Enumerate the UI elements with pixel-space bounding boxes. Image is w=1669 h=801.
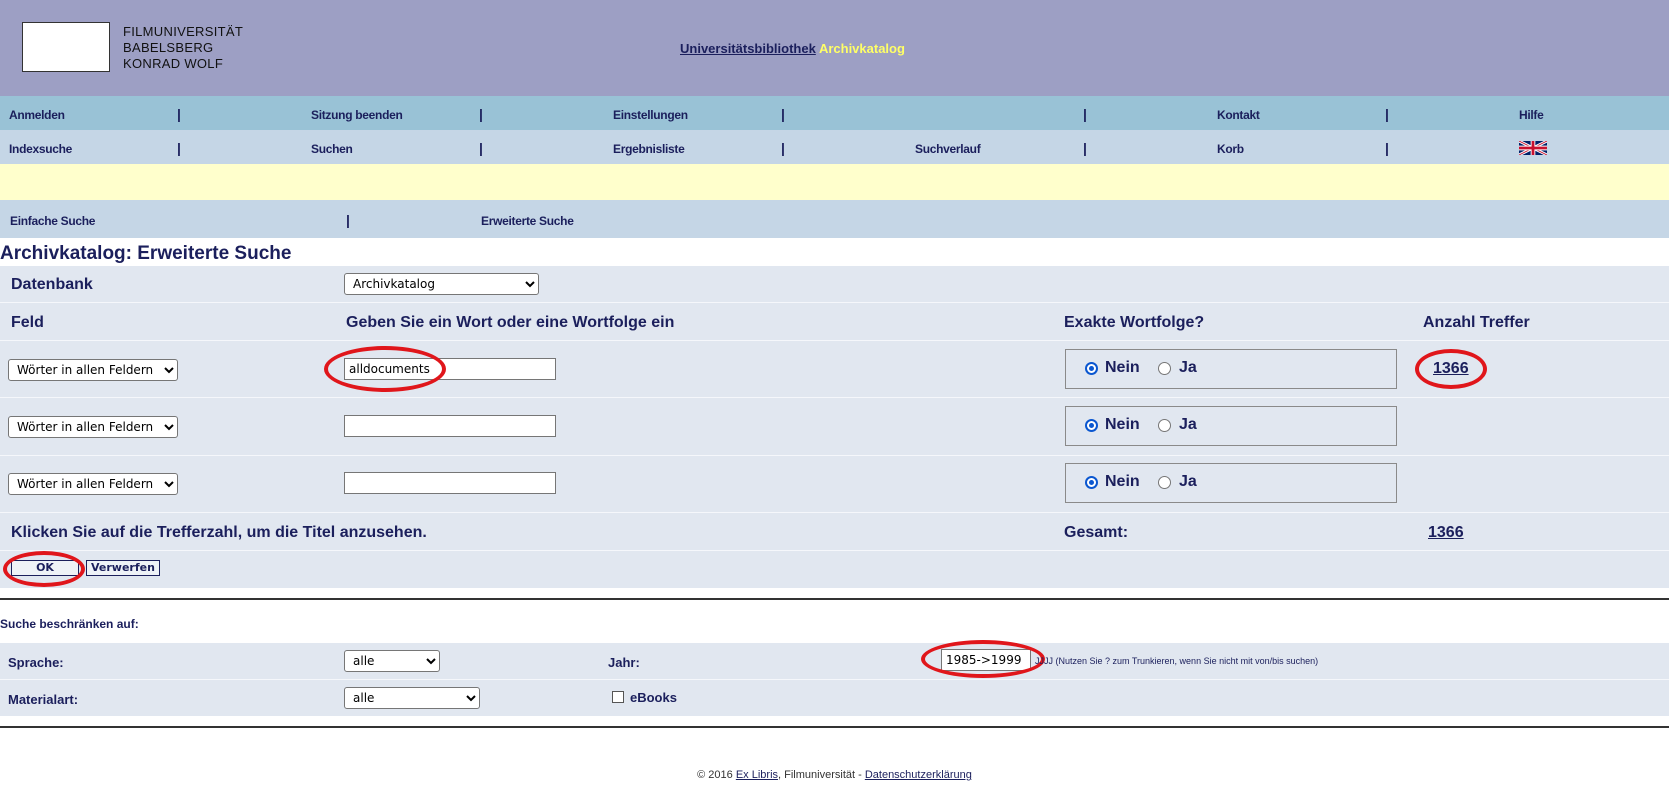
footer: © 2016 Ex Libris, Filmuniversität - Date…: [0, 769, 1669, 781]
datenbank-select[interactable]: Archivkatalog: [344, 273, 539, 295]
nav-separator: |: [1083, 106, 1087, 122]
radio-nein-1[interactable]: [1085, 362, 1098, 375]
nav-separator: |: [1385, 106, 1389, 122]
ebooks-checkbox[interactable]: [612, 691, 624, 703]
ebooks-label: eBooks: [630, 690, 677, 705]
exact-radio-group-3: Nein Ja: [1065, 463, 1397, 503]
nav-ergebnisliste[interactable]: Ergebnisliste: [613, 142, 685, 156]
nav-bar-secondary: Indexsuche | Suchen | Ergebnisliste | Su…: [0, 130, 1669, 164]
search-term-input-3[interactable]: [344, 472, 556, 494]
university-logo: [22, 22, 110, 72]
sprache-label: Sprache:: [8, 655, 64, 670]
logo-line-1: FILMUNIVERSITÄT: [123, 24, 244, 39]
treffer-header: Anzahl Treffer: [1423, 314, 1530, 331]
logo-line-3: KONRAD WOLF: [123, 56, 224, 71]
uk-flag-icon[interactable]: [1518, 139, 1548, 160]
hit-count-hint: Klicken Sie auf die Trefferzahl, um die …: [11, 524, 427, 541]
feld-select-1[interactable]: Wörter in allen Feldern: [8, 359, 178, 381]
feld-header: Feld: [11, 314, 44, 331]
radio-nein-3[interactable]: [1085, 476, 1098, 489]
nav-suchverlauf[interactable]: Suchverlauf: [915, 142, 981, 156]
notice-bar: [0, 164, 1669, 200]
gesamt-hit-count-link[interactable]: 1366: [1428, 524, 1464, 542]
materialart-label: Materialart:: [8, 692, 79, 707]
nav-separator: |: [479, 140, 483, 156]
radio-ja-1[interactable]: [1158, 362, 1171, 375]
highlight-ellipse: [3, 551, 85, 587]
nav-korb[interactable]: Korb: [1217, 142, 1244, 156]
tab-erweiterte-suche[interactable]: Erweiterte Suche: [481, 214, 574, 228]
wort-header: Geben Sie ein Wort oder eine Wortfolge e…: [346, 314, 675, 331]
exact-radio-group-2: Nein Ja: [1065, 406, 1397, 446]
nav-bar-primary: Anmelden | Sitzung beenden | Einstellung…: [0, 96, 1669, 130]
tab-separator: |: [346, 212, 350, 228]
jahr-hint: JJJJ (Nutzen Sie ? zum Trunkieren, wenn …: [1035, 656, 1319, 666]
restrict-panel: Sprache: alle Jahr: JJJJ (Nutzen Sie ? z…: [0, 640, 1669, 716]
restrict-title: Suche beschränken auf:: [0, 617, 139, 631]
page-title: Archivkatalog: Erweiterte Suche: [0, 243, 292, 264]
footer-copyright: © 2016: [697, 769, 733, 781]
section-divider: [0, 726, 1669, 728]
search-term-input-2[interactable]: [344, 415, 556, 437]
nav-separator: |: [1083, 140, 1087, 156]
jahr-label: Jahr:: [608, 655, 640, 670]
radio-nein-label: Nein: [1105, 473, 1140, 490]
advanced-search-form: Datenbank Archivkatalog Feld Geben Sie e…: [0, 266, 1669, 588]
radio-ja-label: Ja: [1179, 473, 1197, 490]
highlight-ellipse: [324, 346, 446, 392]
nav-indexsuche[interactable]: Indexsuche: [9, 142, 72, 156]
nav-separator: |: [781, 140, 785, 156]
datenbank-label: Datenbank: [11, 276, 93, 293]
logo-line-2: BABELSBERG: [123, 40, 214, 55]
datenschutz-link[interactable]: Datenschutzerklärung: [865, 769, 972, 781]
nav-separator: |: [781, 106, 785, 122]
nav-hilfe[interactable]: Hilfe: [1519, 108, 1544, 122]
footer-middle-text: , Filmuniversität -: [778, 769, 865, 781]
radio-nein-label: Nein: [1105, 359, 1140, 376]
sprache-select[interactable]: alle: [344, 650, 440, 672]
nav-sitzung-beenden[interactable]: Sitzung beenden: [311, 108, 403, 122]
exact-radio-group-1: Nein Ja: [1065, 349, 1397, 389]
verwerfen-button[interactable]: Verwerfen: [86, 560, 160, 576]
tab-einfache-suche[interactable]: Einfache Suche: [10, 214, 95, 228]
radio-ja-label: Ja: [1179, 416, 1197, 433]
nav-einstellungen[interactable]: Einstellungen: [613, 108, 688, 122]
nav-separator: |: [479, 106, 483, 122]
radio-nein-2[interactable]: [1085, 419, 1098, 432]
nav-separator: |: [177, 106, 181, 122]
nav-kontakt[interactable]: Kontakt: [1217, 108, 1260, 122]
nav-anmelden[interactable]: Anmelden: [9, 108, 65, 122]
universitaetsbibliothek-link[interactable]: Universitätsbibliothek: [680, 41, 816, 56]
search-type-tabs: Einfache Suche | Erweiterte Suche: [0, 200, 1669, 238]
highlight-ellipse: [1415, 349, 1487, 389]
feld-select-2[interactable]: Wörter in allen Feldern: [8, 416, 178, 438]
nav-suchen[interactable]: Suchen: [311, 142, 353, 156]
exakt-header: Exakte Wortfolge?: [1064, 314, 1205, 331]
header-links: Universitätsbibliothek Archivkatalog: [680, 41, 905, 56]
nav-separator: |: [177, 140, 181, 156]
feld-select-3[interactable]: Wörter in allen Feldern: [8, 473, 178, 495]
nav-separator: |: [1385, 140, 1389, 156]
radio-ja-3[interactable]: [1158, 476, 1171, 489]
radio-nein-label: Nein: [1105, 416, 1140, 433]
highlight-ellipse: [921, 640, 1045, 678]
section-divider: [0, 598, 1669, 600]
archivkatalog-link[interactable]: Archivkatalog: [819, 41, 905, 56]
materialart-select[interactable]: alle: [344, 687, 480, 709]
gesamt-label: Gesamt:: [1064, 524, 1129, 541]
ex-libris-link[interactable]: Ex Libris: [736, 769, 778, 781]
radio-ja-label: Ja: [1179, 359, 1197, 376]
radio-ja-2[interactable]: [1158, 419, 1171, 432]
